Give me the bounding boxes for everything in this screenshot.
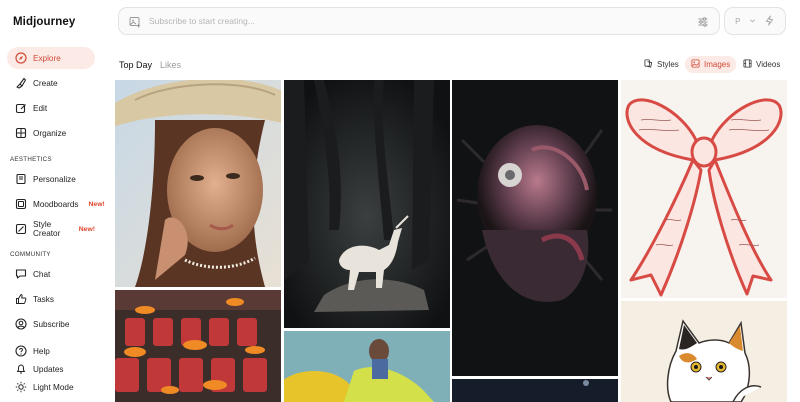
gallery-image[interactable] <box>284 80 450 328</box>
chat-icon <box>15 268 27 280</box>
goldfish-cinema-image <box>115 290 281 402</box>
brush-icon <box>15 77 27 89</box>
nav-personalize[interactable]: Personalize <box>7 168 95 190</box>
nav-light-mode[interactable]: Light Mode <box>7 376 95 398</box>
compass-icon <box>15 52 27 64</box>
gallery-image[interactable] <box>621 80 787 298</box>
unicorn-forest-image <box>284 80 450 328</box>
nav-edit[interactable]: Edit <box>7 97 95 119</box>
nav-organize-label: Organize <box>33 128 67 138</box>
nav-subscribe-label: Subscribe <box>33 319 70 329</box>
prompt-bar <box>118 7 720 35</box>
moodboard-icon <box>15 198 27 210</box>
image-add-icon[interactable] <box>129 15 141 28</box>
style-creator-icon <box>15 223 27 235</box>
prompt-input[interactable] <box>149 16 697 26</box>
nav-create[interactable]: Create <box>7 72 95 94</box>
nav-chat[interactable]: Chat <box>7 263 95 285</box>
section-aesthetics: AESTHETICS <box>10 156 52 163</box>
yellow-figure-image <box>284 331 450 402</box>
gallery-image[interactable] <box>452 379 618 402</box>
tab-videos-label: Videos <box>756 60 781 69</box>
gallery-image[interactable] <box>115 80 281 287</box>
tab-styles-label: Styles <box>657 60 679 69</box>
personalization-letter[interactable]: P <box>735 17 740 26</box>
chevron-down-icon[interactable] <box>749 17 756 26</box>
nav-light-mode-label: Light Mode <box>33 382 74 392</box>
nav-updates-label: Updates <box>33 364 64 374</box>
tab-videos[interactable]: Videos <box>737 56 786 73</box>
brand-logo[interactable]: Midjourney <box>13 16 75 28</box>
night-sky-image <box>452 379 618 402</box>
nav-tasks[interactable]: Tasks <box>7 288 95 310</box>
images-icon <box>691 59 700 70</box>
tab-styles[interactable]: Styles <box>638 56 685 73</box>
tab-images[interactable]: Images <box>685 56 737 73</box>
personalization-box: P <box>724 7 786 35</box>
sun-icon <box>15 381 27 393</box>
nav-organize[interactable]: Organize <box>7 122 95 144</box>
new-badge: New! <box>78 225 95 233</box>
section-community: COMMUNITY <box>10 251 51 258</box>
new-badge: New! <box>88 200 105 208</box>
videos-icon <box>743 59 752 70</box>
personalize-icon <box>15 173 27 185</box>
nav-explore-label: Explore <box>33 53 61 63</box>
gallery-image[interactable] <box>452 80 618 376</box>
nav-create-label: Create <box>33 78 58 88</box>
help-icon <box>15 345 27 357</box>
user-circle-icon <box>15 318 27 330</box>
nav-style-creator-label: Style Creator <box>33 220 61 238</box>
calico-cat-image <box>621 301 787 402</box>
nav-chat-label: Chat <box>33 269 51 279</box>
grid-icon <box>15 127 27 139</box>
nav-moodboards-label: Moodboards <box>33 199 79 209</box>
nav-personalize-label: Personalize <box>33 174 76 184</box>
gallery-image[interactable] <box>621 301 787 402</box>
nav-moodboards[interactable]: Moodboards New! <box>7 193 105 215</box>
edit-icon <box>15 102 27 114</box>
nav-explore[interactable]: Explore <box>7 47 95 69</box>
gallery-image[interactable] <box>115 290 281 402</box>
tab-images-label: Images <box>704 60 731 69</box>
nav-edit-label: Edit <box>33 103 48 113</box>
settings-sliders-icon[interactable] <box>697 15 709 27</box>
nav-subscribe[interactable]: Subscribe <box>7 313 95 335</box>
nav-help-label: Help <box>33 346 50 356</box>
thumbs-up-icon <box>15 293 27 305</box>
bell-icon <box>15 363 27 375</box>
nav-tasks-label: Tasks <box>33 294 54 304</box>
gallery-image[interactable] <box>284 331 450 402</box>
tab-likes[interactable]: Likes <box>160 60 181 70</box>
lightning-icon[interactable] <box>764 14 775 28</box>
dark-creature-image <box>452 80 618 376</box>
ribbon-bow-image <box>621 80 787 298</box>
portrait-woman-hat-image <box>115 80 281 287</box>
styles-icon <box>644 59 653 70</box>
sidebar: Midjourney Explore Create Edit Organize … <box>0 0 105 402</box>
nav-style-creator[interactable]: Style Creator New! <box>7 218 95 240</box>
tab-top-day[interactable]: Top Day <box>119 60 152 70</box>
